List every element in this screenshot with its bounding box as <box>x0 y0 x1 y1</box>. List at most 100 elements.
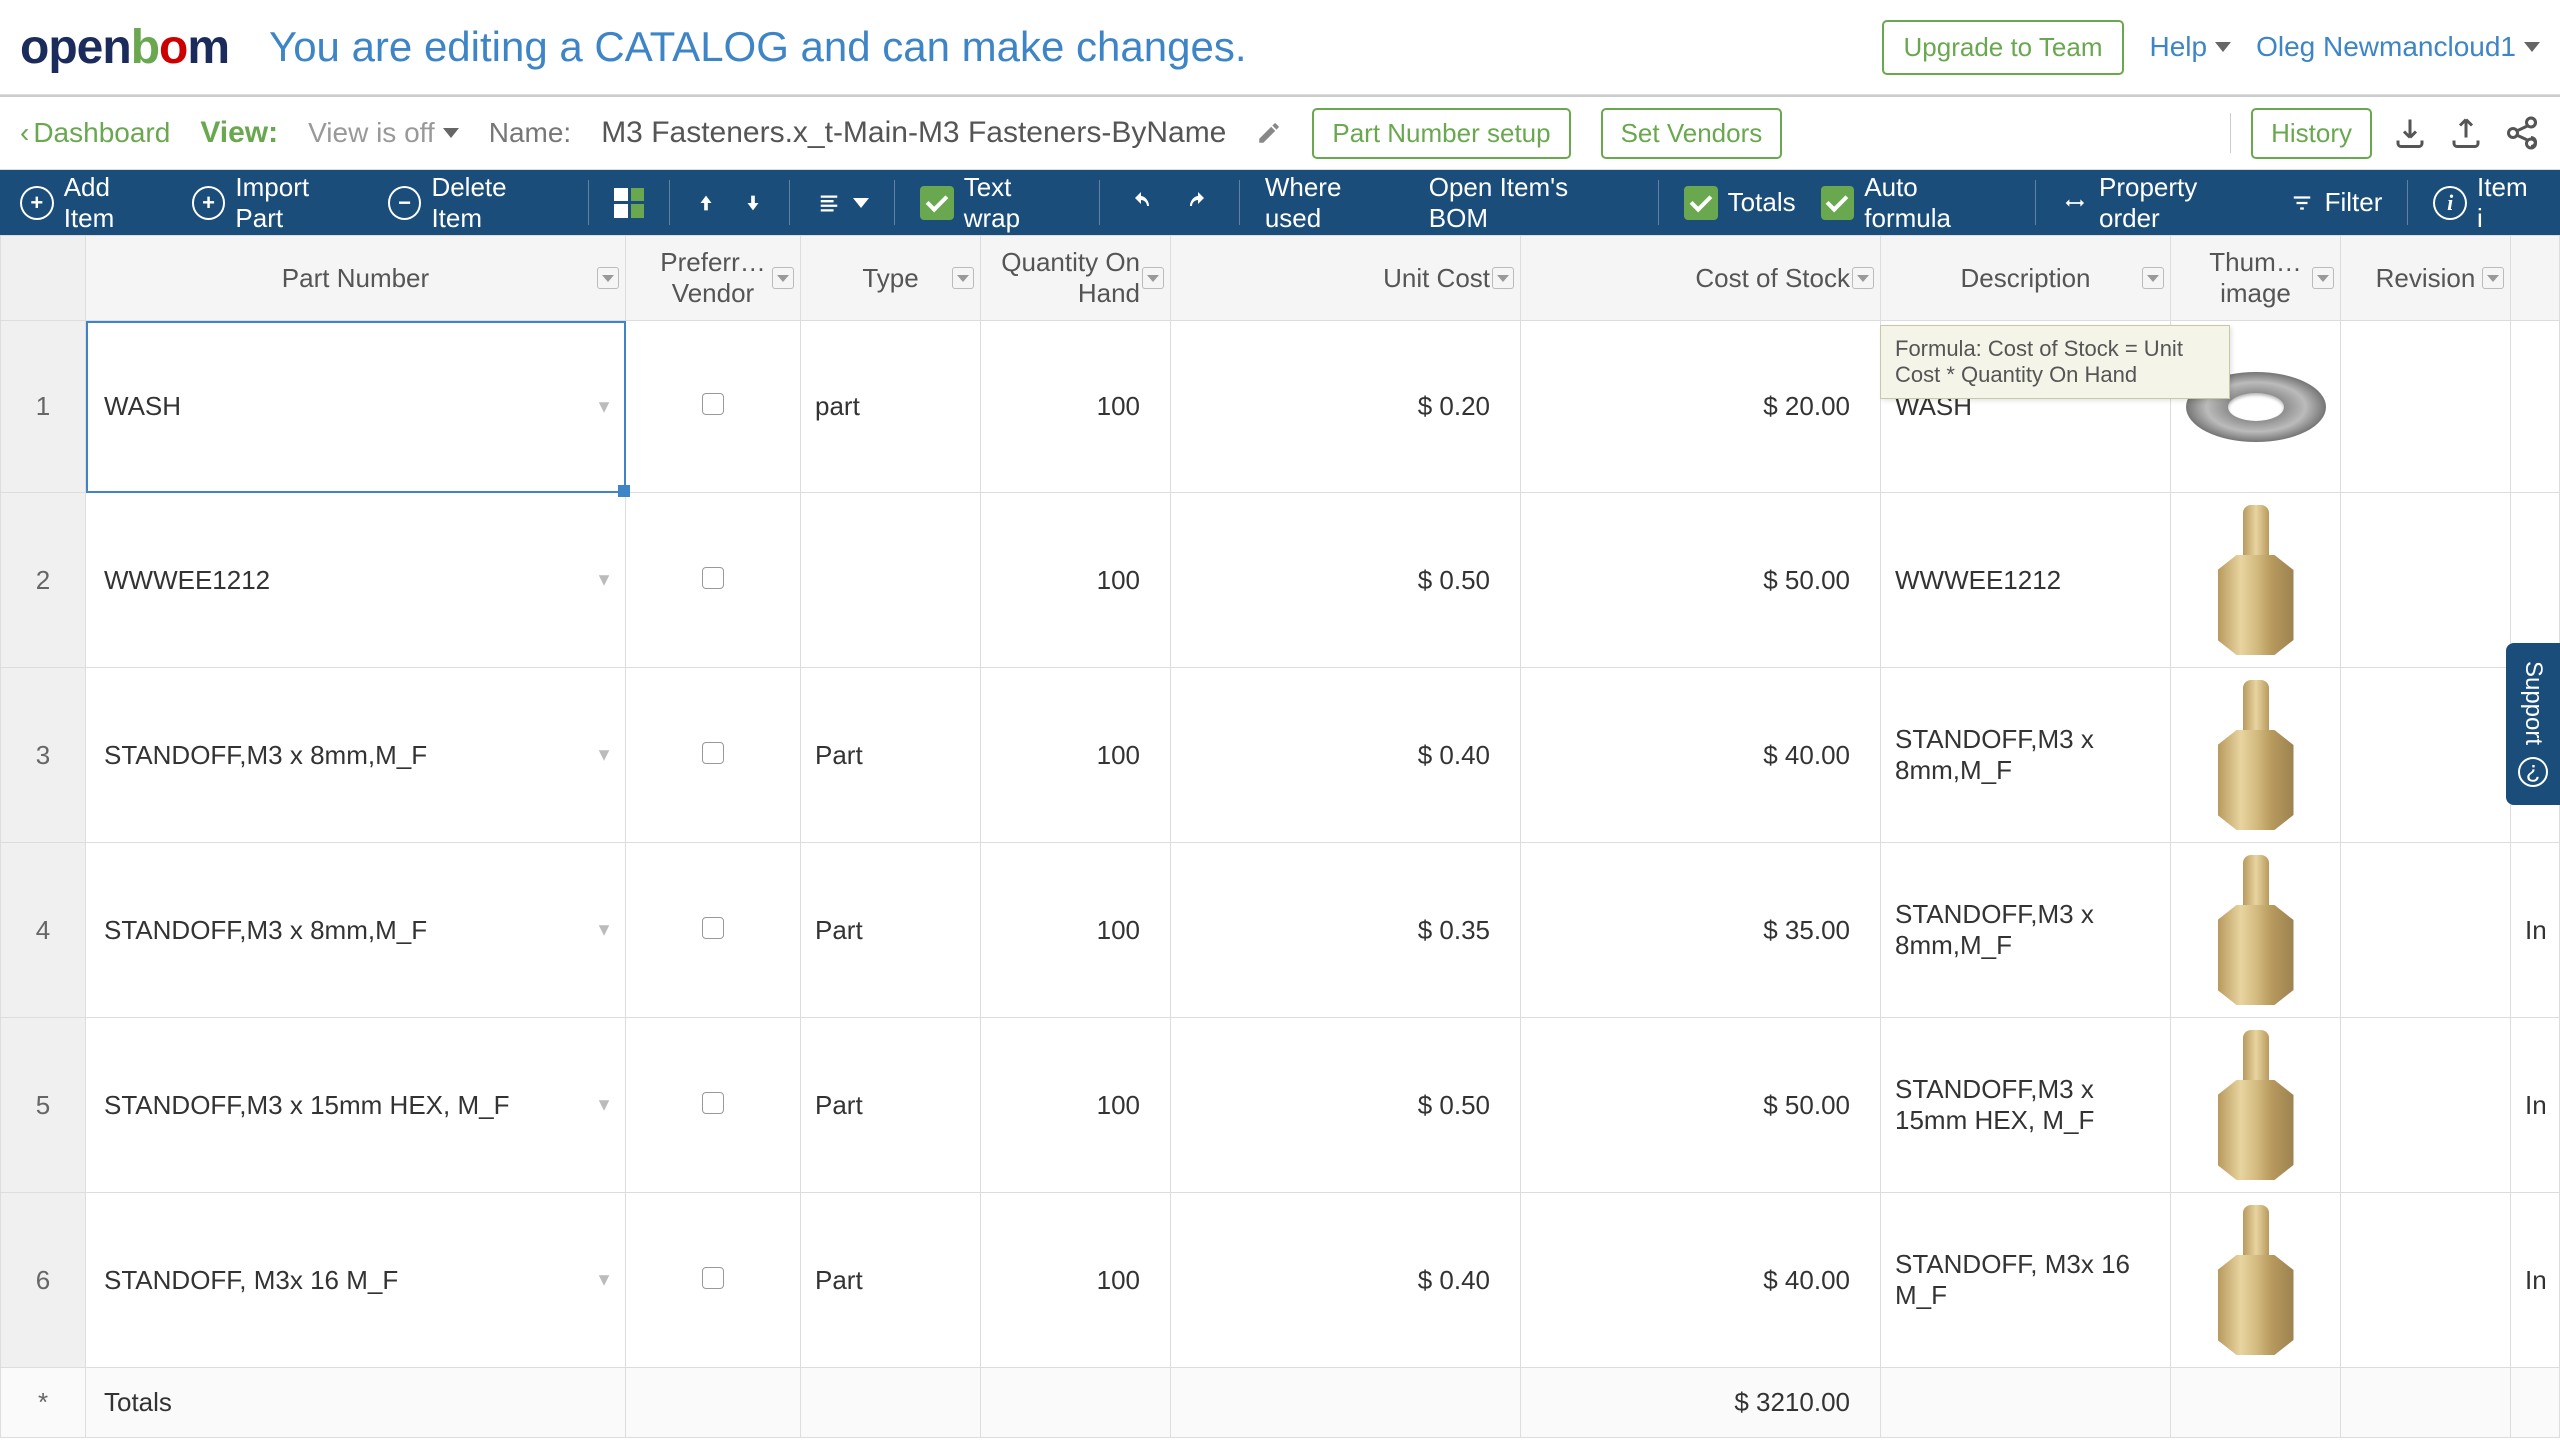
cell-extra[interactable] <box>2511 493 2560 668</box>
cell-extra[interactable]: In <box>2511 1193 2560 1368</box>
header-rownum[interactable] <box>1 236 86 321</box>
cell-unit-cost[interactable]: $ 0.35 <box>1171 843 1521 1018</box>
property-order-button[interactable]: Property order <box>2061 172 2263 234</box>
cell-thumbnail[interactable] <box>2171 1193 2341 1368</box>
cell-cost-of-stock[interactable]: $ 50.00 <box>1521 1018 1881 1193</box>
filter-handle-icon[interactable] <box>597 267 619 289</box>
cell-type[interactable]: Part <box>801 1193 981 1368</box>
cell-description[interactable]: STANDOFF,M3 x 8mm,M_F <box>1881 843 2171 1018</box>
cell-revision[interactable] <box>2341 843 2511 1018</box>
checkbox-icon[interactable] <box>702 393 724 415</box>
cell-description[interactable]: STANDOFF,M3 x 8mm,M_F <box>1881 668 2171 843</box>
item-info-button[interactable]: i Item i <box>2433 172 2540 234</box>
header-unit-cost[interactable]: Unit Cost <box>1171 236 1521 321</box>
header-qty-on-hand[interactable]: Quantity On Hand <box>981 236 1171 321</box>
redo-button[interactable] <box>1182 191 1214 215</box>
cell-qty[interactable]: 100 <box>981 493 1171 668</box>
cell-unit-cost[interactable]: $ 0.50 <box>1171 493 1521 668</box>
header-revision[interactable]: Revision <box>2341 236 2511 321</box>
download-icon[interactable] <box>2392 115 2428 151</box>
edit-icon[interactable] <box>1256 120 1282 146</box>
checkbox-icon[interactable] <box>702 567 724 589</box>
auto-formula-toggle[interactable]: Auto formula <box>1821 172 2011 234</box>
cell-revision[interactable] <box>2341 493 2511 668</box>
filter-handle-icon[interactable] <box>2142 267 2164 289</box>
help-menu[interactable]: Help <box>2149 31 2231 63</box>
cell-revision[interactable] <box>2341 1193 2511 1368</box>
cell-rownum[interactable]: 6 <box>1 1193 86 1368</box>
undo-button[interactable] <box>1125 191 1157 215</box>
cell-preferred-vendor[interactable] <box>626 493 801 668</box>
cell-part-number[interactable]: WASH▼ <box>86 321 626 493</box>
cell-preferred-vendor[interactable] <box>626 1193 801 1368</box>
cell-description[interactable]: STANDOFF, M3x 16 M_F <box>1881 1193 2171 1368</box>
cell-part-number[interactable]: STANDOFF, M3x 16 M_F▼ <box>86 1193 626 1368</box>
import-part-button[interactable]: + Import Part <box>192 172 363 234</box>
dropdown-icon[interactable]: ▼ <box>595 745 613 766</box>
sort-desc-button[interactable] <box>742 190 764 216</box>
cell-qty[interactable]: 100 <box>981 321 1171 493</box>
cell-type[interactable]: Part <box>801 843 981 1018</box>
where-used-button[interactable]: Where used <box>1265 172 1404 234</box>
cell-extra[interactable]: In <box>2511 843 2560 1018</box>
cell-thumbnail[interactable] <box>2171 493 2341 668</box>
filter-handle-icon[interactable] <box>1142 267 1164 289</box>
cell-unit-cost[interactable]: $ 0.50 <box>1171 1018 1521 1193</box>
cell-part-number[interactable]: STANDOFF,M3 x 15mm HEX, M_F▼ <box>86 1018 626 1193</box>
dropdown-icon[interactable]: ▼ <box>595 1270 613 1291</box>
cell-cost-of-stock[interactable]: $ 40.00 <box>1521 1193 1881 1368</box>
cell-cost-of-stock[interactable]: $ 50.00 <box>1521 493 1881 668</box>
filter-handle-icon[interactable] <box>2312 267 2334 289</box>
cell-revision[interactable] <box>2341 668 2511 843</box>
filter-button[interactable]: Filter <box>2289 187 2383 218</box>
cell-cost-of-stock[interactable]: $ 40.00 <box>1521 668 1881 843</box>
cell-qty[interactable]: 100 <box>981 668 1171 843</box>
header-type[interactable]: Type <box>801 236 981 321</box>
align-button[interactable] <box>815 192 869 214</box>
cell-unit-cost[interactable]: $ 0.20 <box>1171 321 1521 493</box>
cell-type[interactable]: part <box>801 321 981 493</box>
filter-handle-icon[interactable] <box>2482 267 2504 289</box>
grid-view-button[interactable] <box>614 188 644 218</box>
header-thumbnail[interactable]: Thum… image <box>2171 236 2341 321</box>
cell-revision[interactable] <box>2341 1018 2511 1193</box>
upload-icon[interactable] <box>2448 115 2484 151</box>
cell-preferred-vendor[interactable] <box>626 1018 801 1193</box>
cell-unit-cost[interactable]: $ 0.40 <box>1171 1193 1521 1368</box>
cell-preferred-vendor[interactable] <box>626 668 801 843</box>
cell-thumbnail[interactable] <box>2171 843 2341 1018</box>
open-items-bom-button[interactable]: Open Item's BOM <box>1429 172 1633 234</box>
delete-item-button[interactable]: − Delete Item <box>388 172 563 234</box>
cell-rownum[interactable]: 1 <box>1 321 86 493</box>
cell-type[interactable]: Part <box>801 1018 981 1193</box>
header-description[interactable]: Description <box>1881 236 2171 321</box>
support-tab[interactable]: Support ? <box>2506 643 2560 805</box>
cell-qty[interactable]: 100 <box>981 1018 1171 1193</box>
cell-qty[interactable]: 100 <box>981 1193 1171 1368</box>
cell-description[interactable]: WWWEE1212 <box>1881 493 2171 668</box>
cell-unit-cost[interactable]: $ 0.40 <box>1171 668 1521 843</box>
dropdown-icon[interactable]: ▼ <box>595 396 613 417</box>
set-vendors-button[interactable]: Set Vendors <box>1601 108 1783 159</box>
cell-rownum[interactable]: 3 <box>1 668 86 843</box>
cell-part-number[interactable]: STANDOFF,M3 x 8mm,M_F▼ <box>86 843 626 1018</box>
cell-thumbnail[interactable] <box>2171 1018 2341 1193</box>
cell-part-number[interactable]: WWWEE1212▼ <box>86 493 626 668</box>
filter-handle-icon[interactable] <box>952 267 974 289</box>
upgrade-button[interactable]: Upgrade to Team <box>1882 20 2125 75</box>
sort-asc-button[interactable] <box>695 190 717 216</box>
dropdown-icon[interactable]: ▼ <box>595 1095 613 1116</box>
history-button[interactable]: History <box>2251 108 2372 159</box>
part-number-setup-button[interactable]: Part Number setup <box>1312 108 1570 159</box>
cell-extra[interactable] <box>2511 321 2560 493</box>
cell-rownum[interactable]: 4 <box>1 843 86 1018</box>
add-item-button[interactable]: + Add Item <box>20 172 167 234</box>
checkbox-icon[interactable] <box>702 1267 724 1289</box>
cell-type[interactable]: Part <box>801 668 981 843</box>
checkbox-icon[interactable] <box>702 1092 724 1114</box>
cell-qty[interactable]: 100 <box>981 843 1171 1018</box>
user-menu[interactable]: Oleg Newmancloud1 <box>2256 31 2540 63</box>
checkbox-icon[interactable] <box>702 742 724 764</box>
cell-revision[interactable] <box>2341 321 2511 493</box>
view-status-dropdown[interactable]: View is off <box>308 117 459 149</box>
